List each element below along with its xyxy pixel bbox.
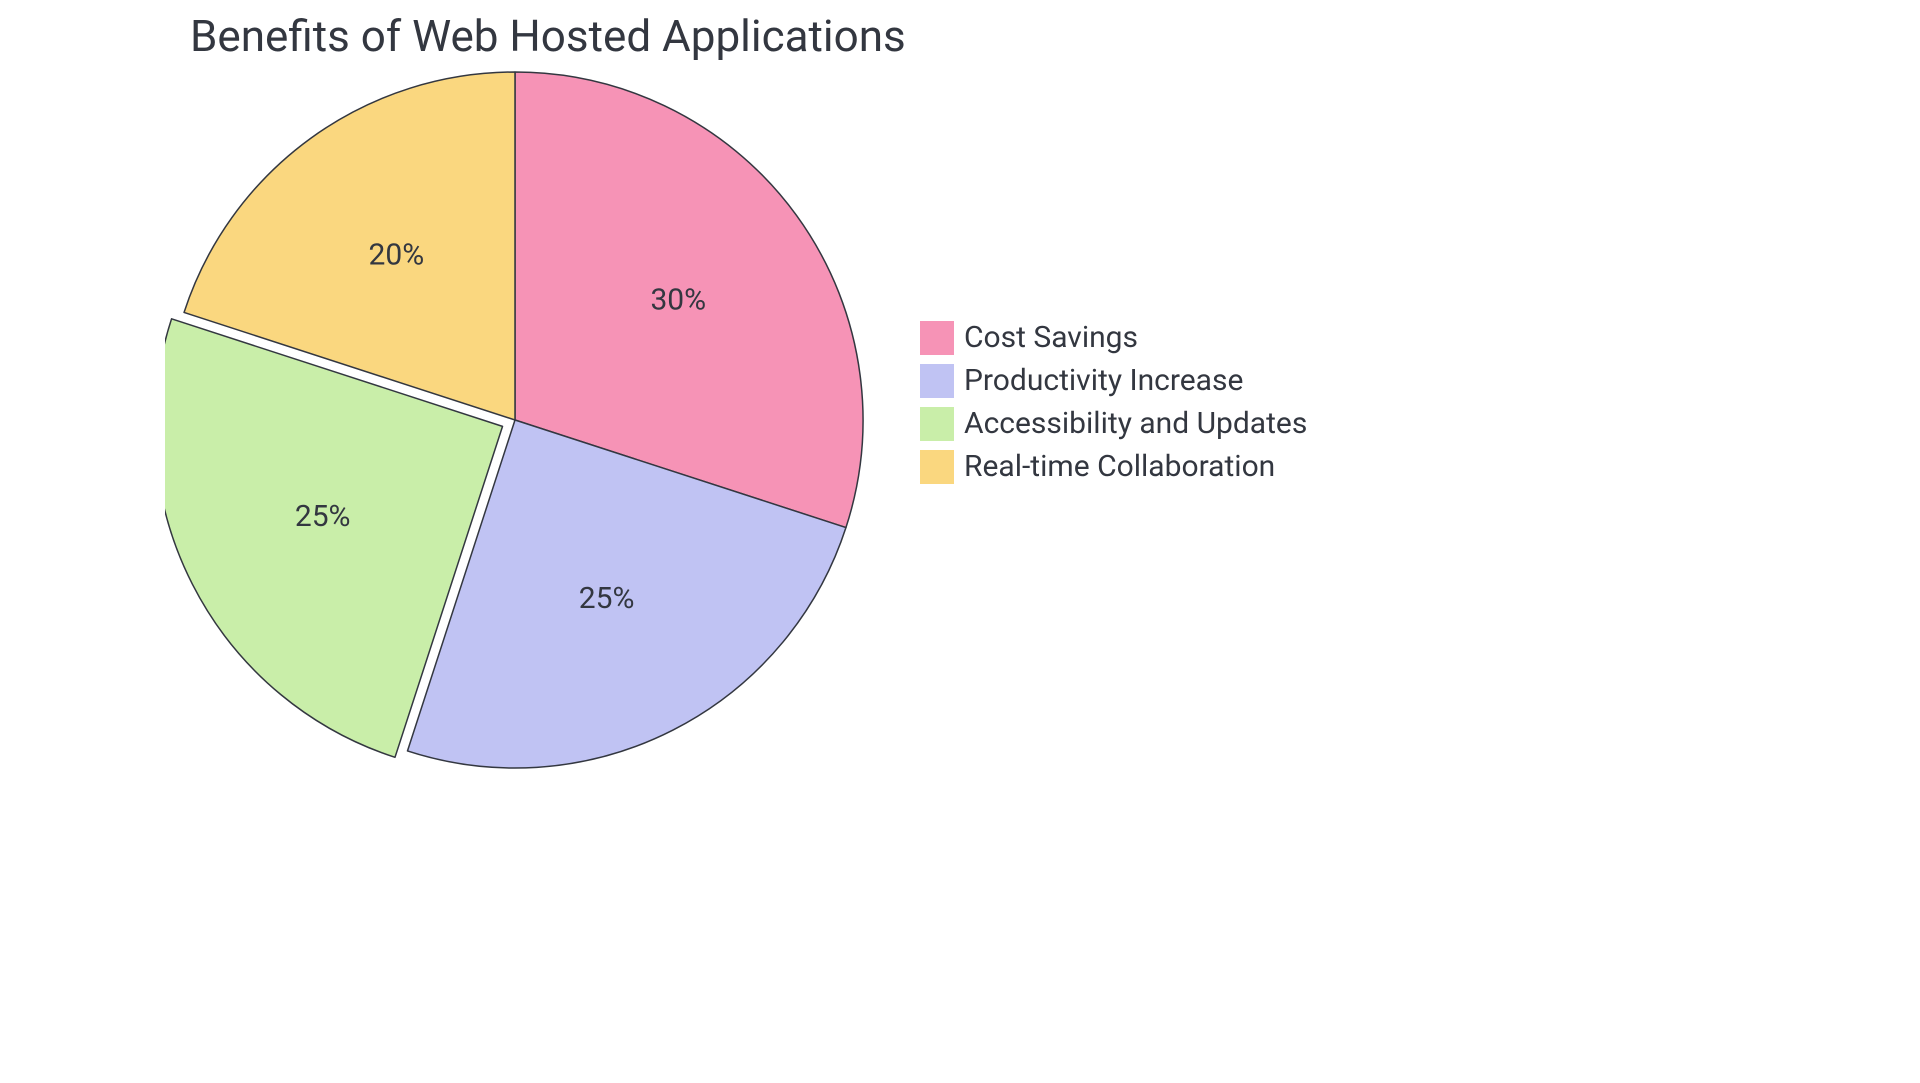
legend-label: Cost Savings — [964, 320, 1138, 355]
legend-item: Productivity Increase — [920, 363, 1307, 398]
pie-slice-label: 30% — [650, 282, 706, 317]
legend-item: Real-time Collaboration — [920, 449, 1307, 484]
pie-chart: 30% 25% 25% 20% — [165, 70, 865, 770]
pie-slice-label: 25% — [579, 581, 635, 616]
legend-item: Cost Savings — [920, 320, 1307, 355]
pie-slice-label: 20% — [369, 238, 425, 273]
chart-title: Benefits of Web Hosted Applications — [190, 10, 906, 62]
pie-slice-label: 25% — [295, 499, 351, 534]
legend-swatch — [920, 321, 954, 355]
legend-swatch — [920, 364, 954, 398]
chart-container: Benefits of Web Hosted Applications 30% 2… — [0, 0, 1920, 1083]
legend-swatch — [920, 450, 954, 484]
legend-swatch — [920, 407, 954, 441]
legend-label: Productivity Increase — [964, 363, 1243, 398]
legend-item: Accessibility and Updates — [920, 406, 1307, 441]
legend-label: Real-time Collaboration — [964, 449, 1275, 484]
legend-label: Accessibility and Updates — [964, 406, 1307, 441]
legend: Cost Savings Productivity Increase Accessi… — [920, 320, 1307, 484]
